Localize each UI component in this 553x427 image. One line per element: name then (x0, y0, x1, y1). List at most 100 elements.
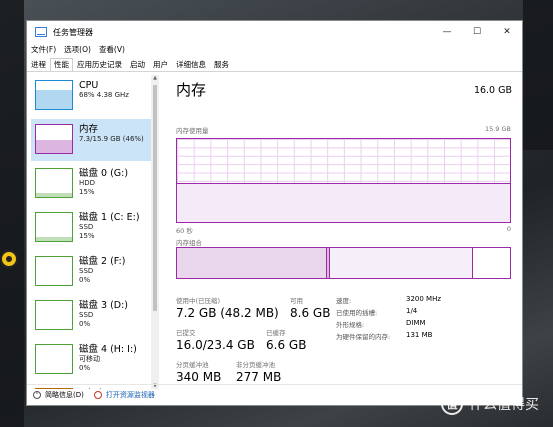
resource-line1: SSD (79, 267, 94, 275)
tab-details[interactable]: 详细信息 (172, 58, 210, 71)
resource-line1: HDD (79, 179, 96, 187)
thumbnail-fill (36, 192, 72, 197)
resource-name: 磁盘 2 (F:) (79, 256, 126, 267)
composition-free (473, 248, 510, 278)
resource-line2: 15% (79, 188, 95, 196)
tab-services[interactable]: 服务 (210, 58, 233, 71)
resource-thumbnail-graph (35, 256, 73, 286)
detail-reserved-label: 为硬件保留的内存: (336, 333, 391, 341)
usage-graph-max: 15.9 GB (484, 125, 511, 133)
watermark: 值 什么值得买 (441, 393, 539, 415)
detail-form-factor-label: 外形规格: (336, 321, 365, 329)
sidebar-item-6[interactable]: 磁盘 4 (H: I:) 可移动 0% (31, 339, 151, 381)
chevron-up-icon[interactable]: ⌃ (33, 391, 41, 399)
total-memory: 16.0 GB (473, 85, 512, 96)
resource-name: 内存 (79, 124, 99, 135)
tab-strip: 进程 性能 应用历史记录 启动 用户 详细信息 服务 (27, 58, 522, 72)
cached-label: 已缓存 (266, 329, 286, 337)
sidebar-item-2[interactable]: 磁盘 0 (G:) HDD 15% (31, 163, 151, 205)
memory-usage-graph (176, 138, 511, 223)
detail-speed-value: 3200 MHz (406, 295, 442, 303)
desktop-icon[interactable] (0, 250, 18, 268)
resource-line2: 0% (79, 320, 91, 328)
fewer-details-link[interactable]: 简略信息(D) (45, 390, 84, 400)
resource-text: 磁盘 3 (D:) SSD 0% (79, 300, 128, 337)
sidebar-item-0[interactable]: CPU 68% 4.38 GHz (31, 75, 151, 117)
title-bar[interactable]: 任务管理器 — ☐ ✕ (27, 21, 522, 43)
thumbnail-fill (36, 89, 72, 109)
menu-view[interactable]: 查看(V) (95, 43, 129, 56)
resource-text: 磁盘 2 (F:) SSD 0% (79, 256, 125, 293)
resource-monitor-icon (93, 391, 102, 399)
nonpaged-pool-label: 非分页缓冲池 (236, 361, 275, 369)
sidebar-item-5[interactable]: 磁盘 3 (D:) SSD 0% (31, 295, 151, 337)
tab-app-history[interactable]: 应用历史记录 (73, 58, 126, 71)
tree-silhouette (0, 0, 24, 427)
menu-file[interactable]: 文件(F) (27, 43, 60, 56)
resource-line1: 68% 4.38 GHz (79, 91, 129, 99)
minimize-button[interactable]: — (432, 21, 462, 43)
thumbnail-fill (36, 140, 72, 153)
sidebar-item-1[interactable]: 内存 7.3/15.9 GB (46%) (31, 119, 151, 161)
resource-name: 磁盘 1 (C: E:) (79, 212, 140, 223)
composition-label: 内存组合 (176, 239, 202, 247)
committed-label: 已提交 (176, 329, 196, 337)
memory-panel: 内存 16.0 GB 内存使用量 15.9 GB 60 秒 0 内存组合 使用中… (176, 75, 516, 391)
resource-line1: 可移动 (79, 355, 100, 363)
panel-title: 内存 (176, 81, 207, 99)
paged-pool-value: 340 MB (176, 370, 222, 384)
detail-form-factor-value: DIMM (406, 319, 426, 327)
cached-value: 6.6 GB (266, 338, 307, 352)
resource-name: 磁盘 0 (G:) (79, 168, 129, 179)
in-use-label: 使用中(已压缩) (176, 297, 221, 305)
detail-speed-label: 速度: (336, 297, 352, 305)
resource-line2: 15% (79, 232, 95, 240)
watermark-logo-icon: 值 (441, 393, 463, 415)
paged-pool-label: 分页缓冲池 (176, 361, 209, 369)
axis-right-label: 0 (506, 225, 511, 233)
thumbnail-fill (36, 236, 72, 241)
tab-startup[interactable]: 启动 (126, 58, 149, 71)
composition-standby (330, 248, 474, 278)
resource-sidebar: CPU 68% 4.38 GHz 内存 7.3/15.9 GB (46%) 磁盘 0 (… (31, 75, 155, 389)
sidebar-item-3[interactable]: 磁盘 1 (C: E:) SSD 15% (31, 207, 151, 249)
in-use-value: 7.2 GB (48.2 MB) (176, 306, 279, 320)
available-value: 8.6 GB (290, 306, 331, 320)
tab-processes[interactable]: 进程 (27, 58, 50, 71)
resource-thumbnail-graph (35, 300, 73, 330)
detail-slots-value: 1/4 (406, 307, 418, 315)
menu-bar: 文件(F) 选项(O) 查看(V) (27, 43, 129, 56)
resource-text: 磁盘 4 (H: I:) 可移动 0% (79, 344, 137, 381)
tab-users[interactable]: 用户 (149, 58, 172, 71)
tab-performance[interactable]: 性能 (50, 58, 73, 71)
resource-text: 内存 7.3/15.9 GB (46%) (79, 124, 144, 161)
resource-text: 磁盘 0 (G:) HDD 15% (79, 168, 128, 205)
sidebar-scrollbar[interactable]: ▲ ▼ (151, 75, 159, 389)
nonpaged-pool-value: 277 MB (236, 370, 282, 384)
window-title: 任务管理器 (53, 27, 93, 37)
memory-composition-bar (176, 247, 511, 279)
task-manager-window: 任务管理器 — ☐ ✕ 文件(F) 选项(O) 查看(V) 进程 性能 应用历史… (26, 20, 523, 406)
maximize-button[interactable]: ☐ (462, 21, 492, 43)
menu-options[interactable]: 选项(O) (60, 43, 95, 56)
resource-line1: 7.3/15.9 GB (46%) (79, 135, 144, 143)
available-label: 可用 (290, 297, 303, 305)
resource-thumbnail-graph (35, 168, 73, 198)
resource-text: 磁盘 1 (C: E:) SSD 15% (79, 212, 140, 249)
scrollbar-thumb[interactable] (153, 85, 157, 311)
resource-name: CPU (79, 80, 99, 91)
close-button[interactable]: ✕ (492, 21, 522, 43)
resource-text: CPU 68% 4.38 GHz (79, 80, 129, 117)
detail-reserved-value: 131 MB (406, 331, 433, 339)
watermark-text: 什么值得买 (469, 397, 539, 413)
task-manager-icon (35, 27, 47, 37)
resource-name: 磁盘 3 (D:) (79, 300, 129, 311)
resource-thumbnail-graph (35, 124, 73, 154)
axis-left-label: 60 秒 (176, 227, 193, 235)
composition-in-use (177, 248, 327, 278)
scroll-up-icon[interactable]: ▲ (152, 75, 158, 81)
sidebar-item-4[interactable]: 磁盘 2 (F:) SSD 0% (31, 251, 151, 293)
resource-line2: 0% (79, 364, 91, 372)
open-resource-monitor-link[interactable]: 打开资源监视器 (106, 390, 155, 400)
resource-line1: SSD (79, 311, 94, 319)
